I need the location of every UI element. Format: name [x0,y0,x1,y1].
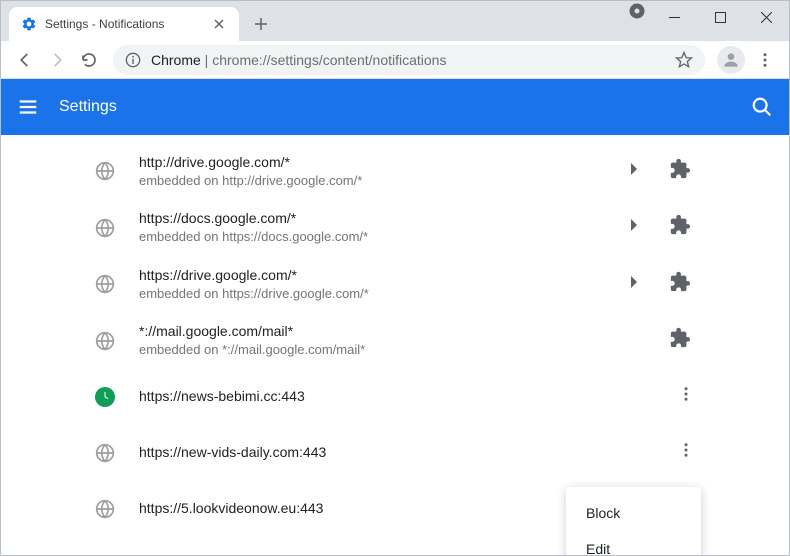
more-options-button[interactable] [677,385,695,408]
site-embed-label: embedded on https://docs.google.com/* [139,229,629,246]
extension-puzzle-icon [669,158,691,185]
browser-window: Settings - Notifications Chrome | chrome… [0,0,790,556]
site-row[interactable]: http://drive.google.com/*embedded on htt… [95,143,695,199]
more-options-button[interactable] [677,441,695,464]
site-embed-label: embedded on *://mail.google.com/mail* [139,342,669,359]
chevron-right-icon[interactable] [629,218,639,237]
hamburger-menu-icon[interactable] [17,96,39,118]
bookmark-star-icon[interactable] [675,51,693,69]
tab-title: Settings - Notifications [45,17,211,31]
extension-puzzle-icon [669,327,691,354]
site-row[interactable]: https://news-bebimi.cc:443 [95,369,695,425]
context-menu-block[interactable]: Block [566,495,701,531]
browser-toolbar: Chrome | chrome://settings/content/notif… [1,41,789,79]
profile-avatar[interactable] [717,46,745,74]
site-row[interactable]: https://docs.google.com/*embedded on htt… [95,199,695,255]
globe-icon [95,161,115,181]
globe-icon [95,443,115,463]
search-icon[interactable] [751,96,773,118]
globe-icon [95,499,115,519]
notification-sites-list: http://drive.google.com/*embedded on htt… [95,135,695,537]
site-url: http://drive.google.com/* [139,153,629,173]
window-controls [623,1,789,33]
site-url: https://drive.google.com/* [139,266,629,286]
site-row[interactable]: https://drive.google.com/*embedded on ht… [95,256,695,312]
chevron-right-icon[interactable] [629,275,639,294]
site-url: https://news-bebimi.cc:443 [139,387,677,407]
site-text: https://news-bebimi.cc:443 [139,387,677,407]
maximize-button[interactable] [697,1,743,33]
globe-icon [95,274,115,294]
close-window-button[interactable] [743,1,789,33]
reload-button[interactable] [73,44,105,76]
context-menu-edit[interactable]: Edit [566,531,701,555]
incognito-icon[interactable] [623,1,651,21]
new-tab-button[interactable] [247,10,275,38]
site-url: *://mail.google.com/mail* [139,322,669,342]
kebab-menu-button[interactable] [749,44,781,76]
url-text: Chrome | chrome://settings/content/notif… [151,52,446,68]
site-text: http://drive.google.com/*embedded on htt… [139,153,629,189]
site-row[interactable]: https://new-vids-daily.com:443 [95,425,695,481]
settings-gear-icon [21,16,37,32]
settings-content[interactable]: http://drive.google.com/*embedded on htt… [1,135,789,555]
site-text: *://mail.google.com/mail*embedded on *:/… [139,322,669,358]
globe-icon [95,218,115,238]
site-favicon-green [95,387,115,407]
site-url: https://docs.google.com/* [139,209,629,229]
site-text: https://new-vids-daily.com:443 [139,443,677,463]
browser-tab[interactable]: Settings - Notifications [9,7,239,41]
settings-title: Settings [59,98,117,116]
globe-icon [95,331,115,351]
titlebar: Settings - Notifications [1,1,789,41]
minimize-button[interactable] [651,1,697,33]
extension-puzzle-icon [669,214,691,241]
site-embed-label: embedded on https://drive.google.com/* [139,286,629,303]
site-row[interactable]: *://mail.google.com/mail*embedded on *:/… [95,312,695,368]
forward-button[interactable] [41,44,73,76]
settings-header: Settings [1,79,789,135]
back-button[interactable] [9,44,41,76]
close-tab-icon[interactable] [211,16,227,32]
address-bar[interactable]: Chrome | chrome://settings/content/notif… [113,45,705,75]
site-text: https://docs.google.com/*embedded on htt… [139,209,629,245]
extension-puzzle-icon [669,271,691,298]
site-text: https://drive.google.com/*embedded on ht… [139,266,629,302]
site-url: https://new-vids-daily.com:443 [139,443,677,463]
site-embed-label: embedded on http://drive.google.com/* [139,173,629,190]
context-menu: BlockEditRemove [566,487,701,555]
chevron-right-icon[interactable] [629,162,639,181]
site-info-icon[interactable] [125,52,141,68]
